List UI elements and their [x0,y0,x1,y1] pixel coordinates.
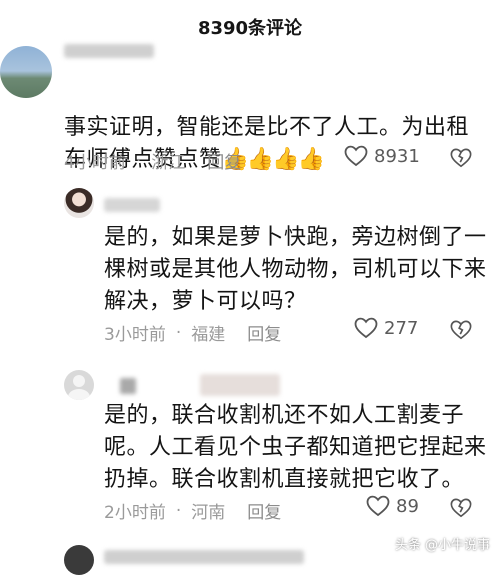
comment-text: 是的，联合收割机还不如人工割麦子 呢。人工看见个虫子都知道把它捏起来 扔掉。联合… [104,403,487,492]
like-button[interactable]: 277 [354,317,418,339]
comment-meta: 2小时前 · 河南 回复 [104,498,281,524]
heart-outline-icon [344,145,368,167]
username-blurred[interactable] [120,378,136,394]
like-count: 277 [384,317,419,339]
avatar[interactable] [64,188,94,218]
comment-meta: 3小时前 · 福建 回复 [104,320,281,346]
broken-heart-outline-icon[interactable] [450,497,472,519]
avatar[interactable] [0,46,52,98]
username-blurred[interactable] [104,198,160,212]
heart-outline-icon [366,495,390,517]
username-blurred[interactable] [64,44,154,58]
avatar[interactable] [64,545,94,575]
comment-location: 河南 [191,503,226,523]
like-count: 89 [396,495,419,517]
comment-time: 4小时前 [64,153,126,173]
like-count: 8931 [374,145,420,167]
broken-heart-outline-icon[interactable] [450,147,472,169]
reply-button[interactable]: 回复 [247,498,281,523]
broken-heart-outline-icon[interactable] [450,319,472,341]
username-blurred[interactable] [200,374,280,396]
reply-button[interactable]: 回复 [207,148,241,173]
heart-outline-icon [354,317,378,339]
comment-time: 3小时前 [104,325,166,345]
watermark: 头条 @小牛说事 [394,538,490,553]
comments-count-title: 8390条评论 [197,18,303,39]
like-button[interactable]: 89 [366,495,419,517]
avatar[interactable] [64,370,94,400]
username-blurred[interactable] [104,550,304,564]
reply-button[interactable]: 回复 [247,320,281,345]
comment-time: 2小时前 [104,503,166,523]
like-button[interactable]: 8931 [344,145,420,167]
comment-location: 福建 [191,325,226,345]
comment-text: 是的，如果是萝卜快跑，旁边树倒了一 棵树或是其他人物动物，司机可以下来 解决，萝… [104,225,487,314]
comment-location: 浙江 [151,153,186,173]
comment-meta: 4小时前 · 浙江 回复 [64,148,241,174]
